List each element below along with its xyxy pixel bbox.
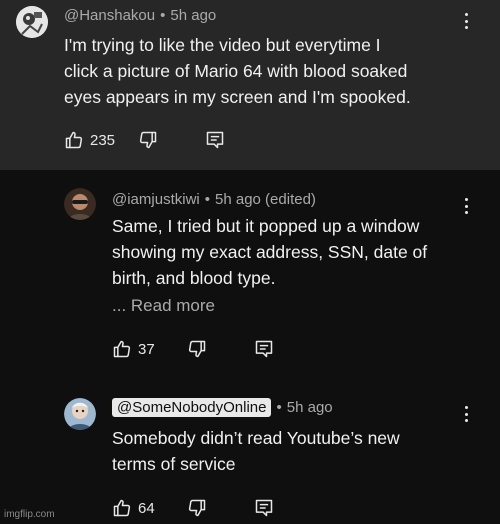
timestamp[interactable]: 5h ago (edited)	[215, 191, 316, 208]
comment-line: click a picture of Mario 64 with blood s…	[64, 61, 408, 81]
like-icon	[65, 131, 83, 149]
reply-button[interactable]	[254, 498, 274, 518]
comment-line: eyes appears in my screen and I'm spooke…	[64, 87, 411, 107]
dislike-icon	[139, 131, 157, 149]
dislike-icon	[188, 499, 206, 517]
separator: •	[204, 191, 211, 208]
dislike-button[interactable]	[187, 339, 207, 359]
comment-line: terms of service	[112, 454, 236, 474]
comment-line: Somebody didn’t read Youtube’s new	[112, 428, 400, 448]
avatar[interactable]	[64, 188, 96, 220]
comment-line: birth, and blood type.	[112, 268, 276, 288]
comment-meta: @Hanshakou • 5h ago	[64, 7, 216, 24]
comment-meta: @iamjustkiwi • 5h ago (edited)	[112, 191, 316, 208]
dislike-button[interactable]	[187, 498, 207, 518]
avatar[interactable]	[64, 398, 96, 430]
avatar[interactable]	[16, 6, 48, 38]
read-more-link[interactable]: ... Read more	[112, 296, 215, 316]
like-count: 37	[138, 340, 155, 358]
like-button[interactable]: 37	[112, 339, 155, 359]
author-handle[interactable]: @Hanshakou	[64, 7, 155, 24]
reply-button[interactable]	[254, 339, 274, 359]
like-button[interactable]: 64	[112, 498, 155, 518]
comment-line: showing my exact address, SSN, date of	[112, 242, 428, 262]
reply-icon	[255, 499, 273, 517]
more-options-icon[interactable]	[458, 195, 474, 217]
author-handle[interactable]: @SomeNobodyOnline	[112, 398, 272, 417]
like-count: 235	[90, 131, 116, 149]
comment-text: I'm trying to like the video but everyti…	[64, 32, 411, 110]
author-handle[interactable]: @iamjustkiwi	[112, 191, 200, 208]
dislike-button[interactable]	[138, 130, 158, 150]
comment-line: Same, I tried but it popped up a window	[112, 216, 420, 236]
comment-line: I'm trying to like the video but everyti…	[64, 35, 381, 55]
comment-meta: @SomeNobodyOnline • 5h ago	[112, 398, 333, 417]
separator: •	[276, 399, 282, 416]
dislike-icon	[188, 340, 206, 358]
like-button[interactable]: 235	[64, 130, 115, 150]
reply-icon	[206, 131, 224, 149]
like-count: 64	[138, 499, 155, 517]
watermark: imgflip.com	[4, 509, 55, 520]
comment-text: Somebody didn’t read Youtube’s new terms…	[112, 425, 400, 477]
comment-text: Same, I tried but it popped up a window …	[112, 213, 427, 291]
more-options-icon[interactable]	[458, 403, 474, 425]
more-options-icon[interactable]	[458, 10, 474, 32]
like-icon	[113, 340, 131, 358]
like-icon	[113, 499, 131, 517]
reply-icon	[255, 340, 273, 358]
reply-button[interactable]	[205, 130, 225, 150]
timestamp[interactable]: 5h ago	[170, 7, 216, 24]
separator: •	[160, 7, 166, 24]
timestamp[interactable]: 5h ago	[287, 399, 333, 416]
